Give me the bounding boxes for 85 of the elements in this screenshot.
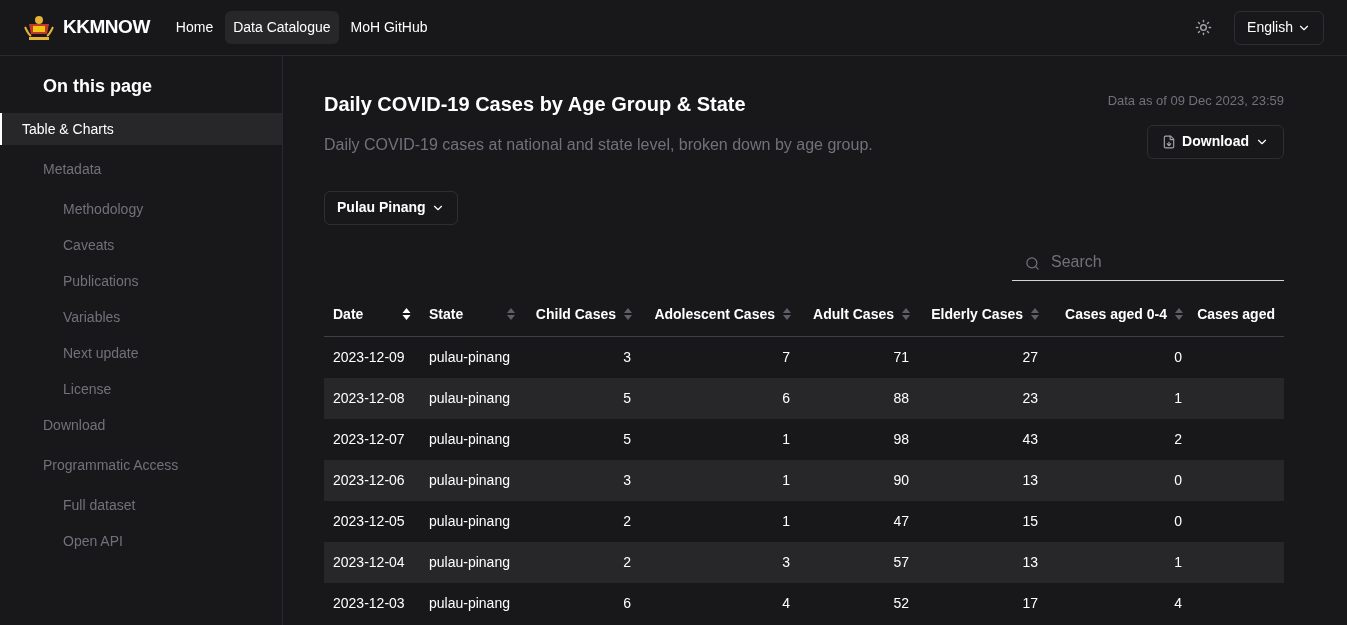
table-cell-text: 57 [893, 552, 909, 572]
table-cell-text: 71 [893, 347, 909, 367]
table-cell-text: 27 [1022, 347, 1038, 367]
table-cell-text: 0 [1174, 347, 1182, 367]
sidebar-subitem[interactable]: Caveats [0, 229, 282, 261]
sidebar-subitem[interactable]: License [0, 373, 282, 405]
table-cell-text: 6 [782, 388, 790, 408]
table-cell-text: 2023-12-07 [333, 429, 405, 449]
crest-logo-icon [23, 14, 55, 41]
nav-link[interactable]: Data Catalogue [225, 11, 339, 44]
sidebar-item[interactable]: Metadata [0, 153, 282, 185]
table-cell-text: 2 [623, 552, 631, 572]
language-dropdown[interactable]: English [1234, 10, 1324, 45]
table-cell-text: 6 [623, 593, 631, 613]
data-timestamp: Data as of 09 Dec 2023, 23:59 [1107, 92, 1284, 110]
sidebar-subitem[interactable]: Full dataset [0, 489, 282, 521]
table-cell-text: 2 [623, 511, 631, 531]
table-cell-text: 13 [1022, 552, 1038, 572]
table-cell-text: 5 [623, 429, 631, 449]
table-cell-text: 17 [1022, 593, 1038, 613]
page-title: Daily COVID-19 Cases by Age Group & State [324, 92, 747, 117]
sidebar-title: On this page [42, 75, 153, 98]
table-cell-text: 0 [1174, 470, 1182, 490]
table-cell-text: 1 [1174, 388, 1182, 408]
table-cell-text: 2023-12-08 [333, 388, 405, 408]
table-cell-text: pulau-pinang [429, 552, 510, 572]
table-cell-text: 13 [1022, 470, 1038, 490]
search-icon [1025, 255, 1040, 271]
download-dropdown[interactable]: Download [1147, 124, 1284, 159]
table-cell-text: 90 [893, 470, 909, 490]
nav-link[interactable]: Home [167, 11, 222, 44]
table-cell-text: 43 [1022, 429, 1038, 449]
nav-link[interactable]: MoH GitHub [342, 11, 436, 44]
table-cell-text: 1 [1174, 552, 1182, 572]
state-dropdown[interactable]: Pulau Pinang [324, 190, 458, 225]
table-cell-text: 3 [623, 470, 631, 490]
table-cell-text: 98 [893, 429, 909, 449]
theme-toggle-icon[interactable] [1195, 19, 1213, 36]
sidebar-subitem[interactable]: Publications [0, 265, 282, 297]
table-cell-text: 0 [1174, 511, 1182, 531]
column-header[interactable]: Cases aged 0-4 [1065, 303, 1167, 325]
table-cell-text: pulau-pinang [429, 347, 510, 367]
column-header[interactable]: Cases aged [1197, 303, 1275, 325]
sidebar-subitem[interactable]: Methodology [0, 193, 282, 225]
column-header[interactable]: Child Cases [535, 303, 616, 325]
file-icon [1162, 134, 1177, 149]
sidebar-item[interactable]: Programmatic Access [0, 449, 282, 481]
table-cell-text: 4 [782, 593, 790, 613]
search-field[interactable]: Search [1012, 244, 1284, 281]
sidebar-item[interactable]: Table & Charts [0, 113, 282, 145]
table-cell-text: 1 [782, 429, 790, 449]
table-cell-text: 52 [893, 593, 909, 613]
table-cell-text: 2023-12-05 [333, 511, 405, 531]
table-cell-text: pulau-pinang [429, 388, 510, 408]
page-description: Daily COVID-19 cases at national and state level, broken down by age group. [324, 135, 873, 155]
table-cell-text: 15 [1022, 511, 1038, 531]
sidebar-item[interactable]: Download [0, 409, 282, 441]
table-cell-text: 4 [1174, 593, 1182, 613]
sidebar-subitem[interactable]: Open API [0, 525, 282, 557]
table-cell-text: 23 [1022, 388, 1038, 408]
sidebar-subitem[interactable]: Variables [0, 301, 282, 333]
table-cell-text: 2023-12-04 [333, 552, 405, 572]
column-header[interactable]: Date [333, 303, 364, 325]
brand-name[interactable]: KKMNOW [63, 13, 150, 42]
table-cell-text: 7 [782, 347, 790, 367]
column-header[interactable]: Elderly Cases [931, 303, 1023, 325]
table-cell-text: 5 [623, 388, 631, 408]
table-cell-text: 2 [1174, 429, 1182, 449]
table-cell-text: pulau-pinang [429, 429, 510, 449]
table-cell-text: 2023-12-06 [333, 470, 405, 490]
table-cell-text: 47 [893, 511, 909, 531]
table-cell-text: pulau-pinang [429, 470, 510, 490]
table-cell-text: 3 [782, 552, 790, 572]
sidebar-subitem[interactable]: Next update [0, 337, 282, 369]
column-header[interactable]: Adolescent Cases [654, 303, 775, 325]
table-cell-text: 2023-12-09 [333, 347, 405, 367]
column-header[interactable]: State [429, 303, 464, 325]
table-cell-text: pulau-pinang [429, 593, 510, 613]
table-cell-text: 88 [893, 388, 909, 408]
table-cell-text: 1 [782, 511, 790, 531]
table-cell-text: 1 [782, 470, 790, 490]
table-cell-text: 3 [623, 347, 631, 367]
table-cell-text: pulau-pinang [429, 511, 510, 531]
column-header[interactable]: Adult Cases [813, 303, 894, 325]
table-cell-text: 2023-12-03 [333, 593, 405, 613]
